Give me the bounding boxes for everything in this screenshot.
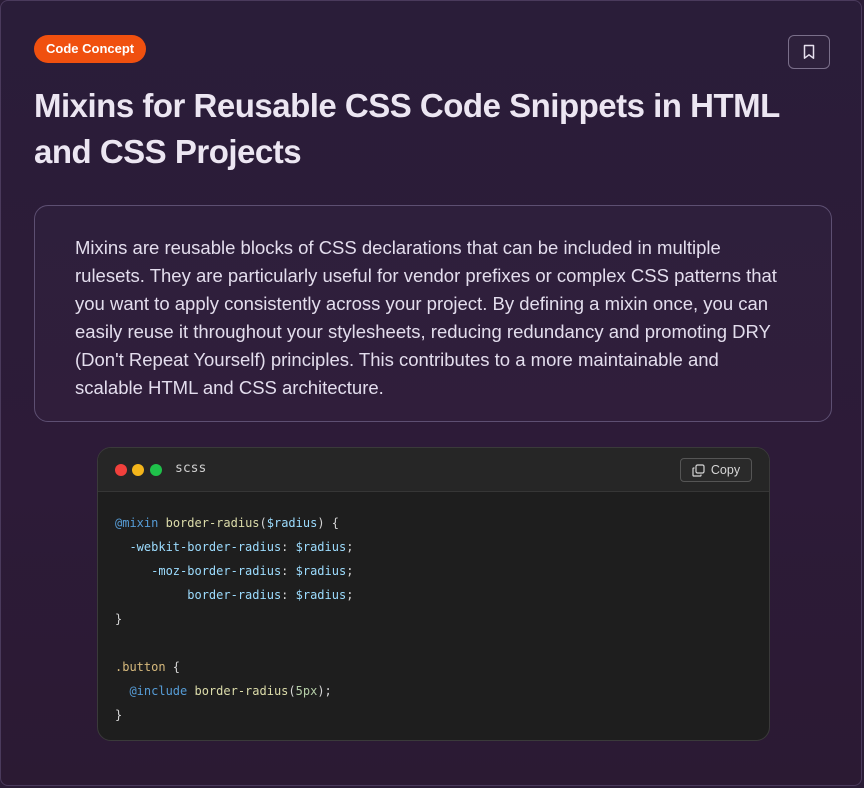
copy-label: Copy [710,463,741,477]
code-line: @mixin border-radius($radius) { [115,516,340,530]
bookmark-icon [803,44,815,59]
code-line: } [115,708,123,722]
description-text: Mixins are reusable blocks of CSS declar… [75,237,777,398]
code-line: } [115,612,123,626]
copy-button[interactable]: Copy [680,458,752,482]
red-dot [115,464,127,476]
code-header: scss Copy [98,448,769,492]
green-dot [150,464,162,476]
bookmark-button[interactable] [788,35,830,69]
code-line: -moz-border-radius: $radius; [151,564,354,578]
code-block: scss Copy @mixin border-radius($radius) … [97,447,770,741]
code-language-label: scss [175,461,207,476]
yellow-dot [132,464,144,476]
code-line: border-radius: $radius; [187,588,354,602]
code-line: .button { [115,660,181,674]
code-line: -webkit-border-radius: $radius; [129,540,354,554]
category-badge: Code Concept [34,35,147,63]
code-line: @include border-radius(5px); [129,684,332,698]
page-title: Mixins for Reusable CSS Code Snippets in… [34,87,780,170]
concept-card: Code Concept Mixins for Reusable CSS Cod… [0,0,862,786]
description-box: Mixins are reusable blocks of CSS declar… [34,205,832,422]
code-content: @mixin border-radius($radius) { -webkit-… [98,492,769,727]
copy-icon [692,463,705,477]
